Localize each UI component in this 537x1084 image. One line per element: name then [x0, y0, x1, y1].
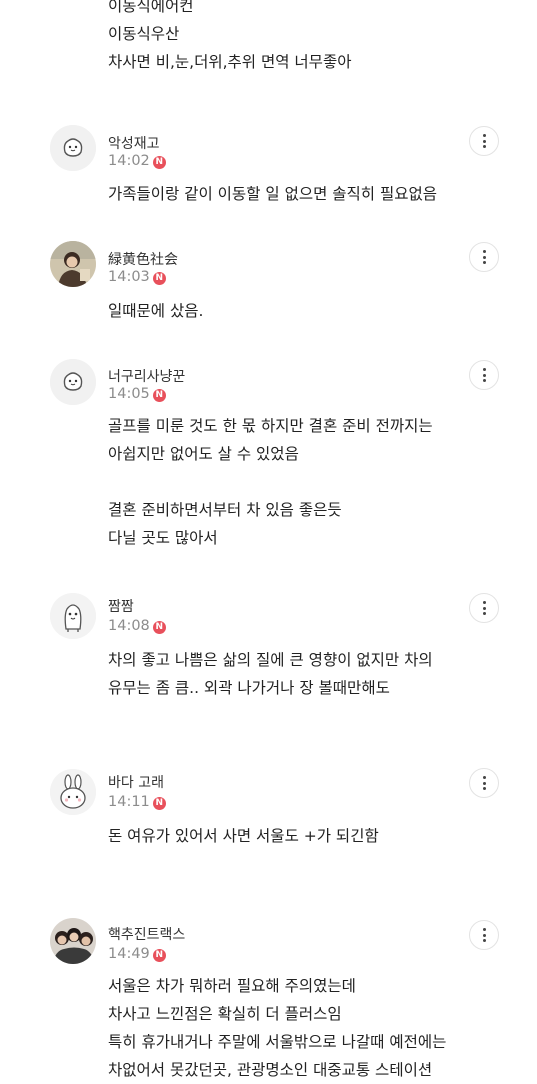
new-badge: N	[152, 389, 166, 402]
comment-nickname[interactable]: 짬짬	[108, 596, 134, 616]
comment-line	[108, 468, 433, 496]
comment-line: 특히 휴가내거나 주말에 서울밖으로 나갈때 예전에는	[108, 1033, 447, 1051]
comment-nickname[interactable]: 너구리사냥꾼	[108, 366, 185, 386]
comment-line: 돈 여유가 있어서 사면 서울도 +가 되긴함	[108, 827, 379, 845]
comment-line: 유무는 좀 큼.. 외곽 나가거나 장 볼때만해도	[108, 679, 390, 697]
rabbit-character-icon	[50, 769, 96, 815]
comment-line: 이동식우산	[108, 25, 180, 43]
comment-time: 14:02 N	[108, 153, 166, 169]
avatar[interactable]	[50, 918, 96, 964]
profile-photo-icon	[50, 241, 96, 287]
comment-time: 14:49 N	[108, 946, 166, 962]
more-options-button[interactable]	[469, 768, 499, 798]
comment-time-value: 14:05	[108, 386, 150, 402]
character-icon	[50, 593, 96, 639]
comment-nickname[interactable]: 핵추진트랙스	[108, 924, 185, 944]
new-badge: N	[152, 621, 166, 634]
comment-line: 결혼 준비하면서부터 차 있음 좋은듯	[108, 501, 342, 519]
more-options-icon	[482, 928, 486, 942]
avatar[interactable]	[50, 593, 96, 639]
avatar[interactable]	[50, 359, 96, 405]
more-options-button[interactable]	[469, 593, 499, 623]
more-options-icon	[482, 601, 486, 615]
comment-time: 14:05 N	[108, 386, 166, 402]
avatar[interactable]	[50, 769, 96, 815]
more-options-button[interactable]	[469, 126, 499, 156]
comment-time: 14:11 N	[108, 794, 166, 810]
comment-body: 가족들이랑 같이 이동할 일 없으면 솔직히 필요없음	[108, 180, 437, 208]
comment-time: 14:08 N	[108, 618, 166, 634]
more-options-button[interactable]	[469, 242, 499, 272]
more-options-icon	[482, 250, 486, 264]
default-character-icon	[50, 359, 96, 405]
default-character-icon	[50, 125, 96, 171]
more-options-icon	[482, 368, 486, 382]
comment-line: 아쉽지만 없어도 살 수 있었음	[108, 445, 299, 463]
comment-body: 골프를 미룬 것도 한 몫 하지만 결혼 준비 전까지는 아쉽지만 없어도 살 …	[108, 412, 433, 552]
comment-line: 일때문에 샀음.	[108, 302, 204, 320]
comment-time-value: 14:02	[108, 153, 150, 169]
comment-body: 차의 좋고 나쁨은 삶의 질에 큰 영향이 없지만 차의 유무는 좀 큼.. 외…	[108, 646, 433, 702]
comment-line: 차의 좋고 나쁨은 삶의 질에 큰 영향이 없지만 차의	[108, 651, 433, 669]
profile-photo-icon	[50, 918, 96, 964]
comment-line: 가족들이랑 같이 이동할 일 없으면 솔직히 필요없음	[108, 185, 438, 203]
new-badge: N	[152, 156, 166, 169]
avatar[interactable]	[50, 241, 96, 287]
comment-line: 차없어서 못갔던곳, 관광명소인 대중교통 스테이션	[108, 1061, 433, 1079]
comment-line: 서울은 차가 뭐하러 필요해 주의였는데	[108, 977, 356, 995]
comment-line: 차사면 비,눈,더위,추위 면역 너무좋아	[108, 53, 352, 71]
more-options-icon	[482, 776, 486, 790]
new-badge: N	[152, 949, 166, 962]
more-options-icon	[482, 134, 486, 148]
comment-time-value: 14:11	[108, 794, 150, 810]
comment-body: 서울은 차가 뭐하러 필요해 주의였는데 차사고 느낀점은 확실히 더 플러스임…	[108, 972, 446, 1084]
comment-nickname[interactable]: 악성재고	[108, 133, 160, 153]
new-badge: N	[152, 797, 166, 810]
comment-body: 돈 여유가 있어서 사면 서울도 +가 되긴함	[108, 822, 379, 850]
comment-line: 다닐 곳도 많아서	[108, 529, 218, 547]
comment-nickname[interactable]: 바다 고래	[108, 772, 164, 792]
previous-comment-text: 이동식에어컨 이동식우산 차사면 비,눈,더위,추위 면역 너무좋아	[108, 0, 351, 76]
new-badge: N	[152, 272, 166, 285]
comment-line: 골프를 미룬 것도 한 몫 하지만 결혼 준비 전까지는	[108, 417, 433, 435]
comment-time: 14:03 N	[108, 269, 166, 285]
comment-line: 차사고 느낀점은 확실히 더 플러스임	[108, 1005, 342, 1023]
comment-time-value: 14:08	[108, 618, 150, 634]
comment-time-value: 14:49	[108, 946, 150, 962]
avatar[interactable]	[50, 125, 96, 171]
comment-line: 이동식에어컨	[108, 0, 194, 15]
comment-nickname[interactable]: 緑黄色社会	[108, 249, 178, 269]
comment-body: 일때문에 샀음.	[108, 297, 203, 325]
more-options-button[interactable]	[469, 360, 499, 390]
more-options-button[interactable]	[469, 920, 499, 950]
comment-time-value: 14:03	[108, 269, 150, 285]
